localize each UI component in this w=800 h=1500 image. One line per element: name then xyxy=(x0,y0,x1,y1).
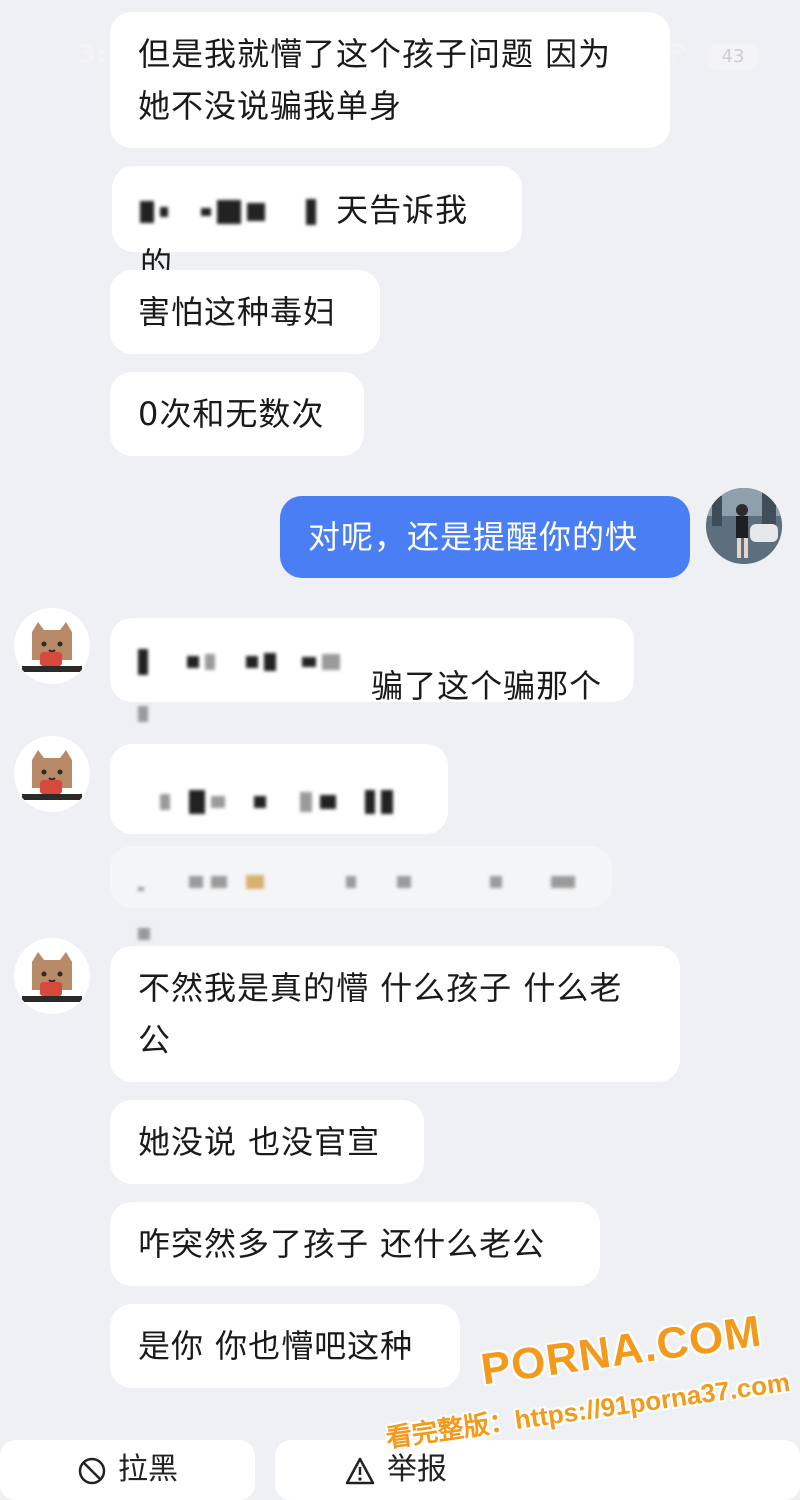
message-text: 但是我就懵了这个孩子问题 因为她不没说骗我单身 xyxy=(138,35,612,125)
report-label: 举报 xyxy=(387,1452,447,1487)
message-bubble[interactable] xyxy=(110,846,612,940)
message-bubble[interactable]: 0次和无数次 xyxy=(110,372,364,456)
battery-level: 43 xyxy=(721,46,745,67)
block-icon xyxy=(78,1457,106,1484)
warning-icon xyxy=(345,1457,375,1484)
watermark-brand: PORNA.COM xyxy=(477,1306,765,1395)
cat-avatar-icon[interactable] xyxy=(14,938,90,1014)
message-text: 咋突然多了孩子 还什么老公 xyxy=(138,1225,546,1263)
message-text: 对呢，还是提醒你的快 xyxy=(308,518,639,556)
cat-avatar-icon[interactable] xyxy=(14,608,90,684)
cat-avatar-icon[interactable] xyxy=(14,736,90,812)
message-bubble[interactable]: 但是我就懵了这个孩子问题 因为她不没说骗我单身 xyxy=(110,12,670,148)
message-text: 0次和无数次 xyxy=(138,395,325,433)
message-bubble[interactable]: 害怕这种毒妇 xyxy=(110,270,380,354)
message-text: 她没说 也没官宣 xyxy=(138,1123,381,1161)
redacted-block xyxy=(138,854,584,958)
user-avatar-icon[interactable] xyxy=(706,488,782,564)
message-bubble[interactable]: 咋突然多了孩子 还什么老公 xyxy=(110,1202,600,1286)
message-bubble[interactable]: 骗了这个骗那个 xyxy=(110,618,634,722)
message-bubble[interactable]: 不然我是真的懵 什么孩子 什么老公 xyxy=(110,946,680,1082)
battery-icon: 43 xyxy=(708,44,758,70)
block-label: 拉黑 xyxy=(118,1452,178,1487)
my-message-bubble[interactable]: 对呢，还是提醒你的快 xyxy=(280,496,690,578)
message-bubble[interactable] xyxy=(110,744,448,834)
message-text: 害怕这种毒妇 xyxy=(138,293,337,331)
redacted-block xyxy=(138,774,399,826)
redacted-block xyxy=(140,184,325,236)
message-text: 骗了这个骗那个 xyxy=(371,667,603,705)
redacted-block xyxy=(138,634,360,738)
message-text: 不然我是真的懵 什么孩子 什么老公 xyxy=(138,969,623,1059)
message-bubble[interactable]: 天告诉我的 xyxy=(112,166,522,283)
block-button[interactable]: 拉黑 xyxy=(0,1440,255,1500)
message-bubble[interactable]: 她没说 也没官宣 xyxy=(110,1100,424,1184)
report-button[interactable]: 举报 xyxy=(275,1440,800,1500)
status-time: 3: xyxy=(78,40,107,70)
message-bubble[interactable]: 是你 你也懵吧这种 xyxy=(110,1304,460,1388)
message-text: 是你 你也懵吧这种 xyxy=(138,1327,414,1365)
bottom-action-bar: 拉黑 举报 xyxy=(0,1440,800,1500)
